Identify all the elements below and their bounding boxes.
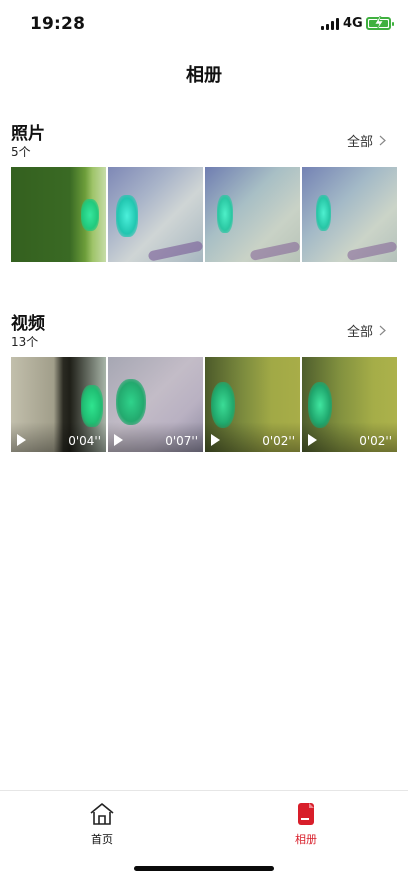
photo-thumbnail[interactable]: [11, 167, 106, 262]
play-icon: [114, 434, 123, 446]
photos-count: 5个: [11, 145, 31, 159]
status-time: 19:28: [30, 14, 86, 34]
photo-thumbnail[interactable]: [108, 167, 203, 262]
videos-see-all-label: 全部: [346, 325, 373, 340]
videos-section: 视频 13个 全部 0'04'' 0'07'' 0'02'' 0'02'': [0, 309, 408, 455]
status-bar: 19:28 4G: [0, 0, 408, 48]
play-icon: [308, 434, 317, 446]
video-thumbnail[interactable]: 0'02'': [205, 357, 300, 452]
home-indicator: [134, 866, 274, 871]
play-icon: [17, 434, 26, 446]
photos-grid: [11, 167, 397, 262]
battery-charging-icon: [366, 16, 394, 30]
tab-home[interactable]: 首页: [72, 801, 132, 847]
home-icon: [90, 803, 114, 825]
video-thumbnail[interactable]: 0'07'': [108, 357, 203, 452]
album-icon: [298, 803, 314, 825]
tab-album[interactable]: 相册: [276, 801, 336, 847]
photos-section-title: 照片: [11, 124, 45, 144]
videos-grid: 0'04'' 0'07'' 0'02'' 0'02'': [11, 357, 397, 452]
video-thumbnail[interactable]: 0'04'': [11, 357, 106, 452]
photos-see-all-label: 全部: [346, 135, 373, 150]
video-duration: 0'02'': [262, 434, 295, 448]
page-title: 相册: [186, 65, 222, 86]
chevron-right-icon: [379, 135, 386, 146]
videos-count: 13个: [11, 335, 39, 349]
photos-see-all-button[interactable]: 全部: [347, 131, 386, 150]
videos-section-title: 视频: [11, 314, 45, 334]
videos-see-all-button[interactable]: 全部: [347, 321, 386, 340]
tab-home-label: 首页: [91, 833, 113, 846]
tab-album-label: 相册: [295, 833, 317, 846]
video-duration: 0'04'': [68, 434, 101, 448]
video-thumbnail[interactable]: 0'02'': [302, 357, 397, 452]
play-icon: [211, 434, 220, 446]
network-type: 4G: [343, 16, 363, 31]
signal-bars-icon: [321, 18, 339, 30]
photos-section: 照片 5个 全部: [0, 119, 408, 265]
video-duration: 0'07'': [165, 434, 198, 448]
chevron-right-icon: [379, 325, 386, 336]
photo-thumbnail[interactable]: [205, 167, 300, 262]
video-duration: 0'02'': [359, 434, 392, 448]
photo-thumbnail[interactable]: [302, 167, 397, 262]
